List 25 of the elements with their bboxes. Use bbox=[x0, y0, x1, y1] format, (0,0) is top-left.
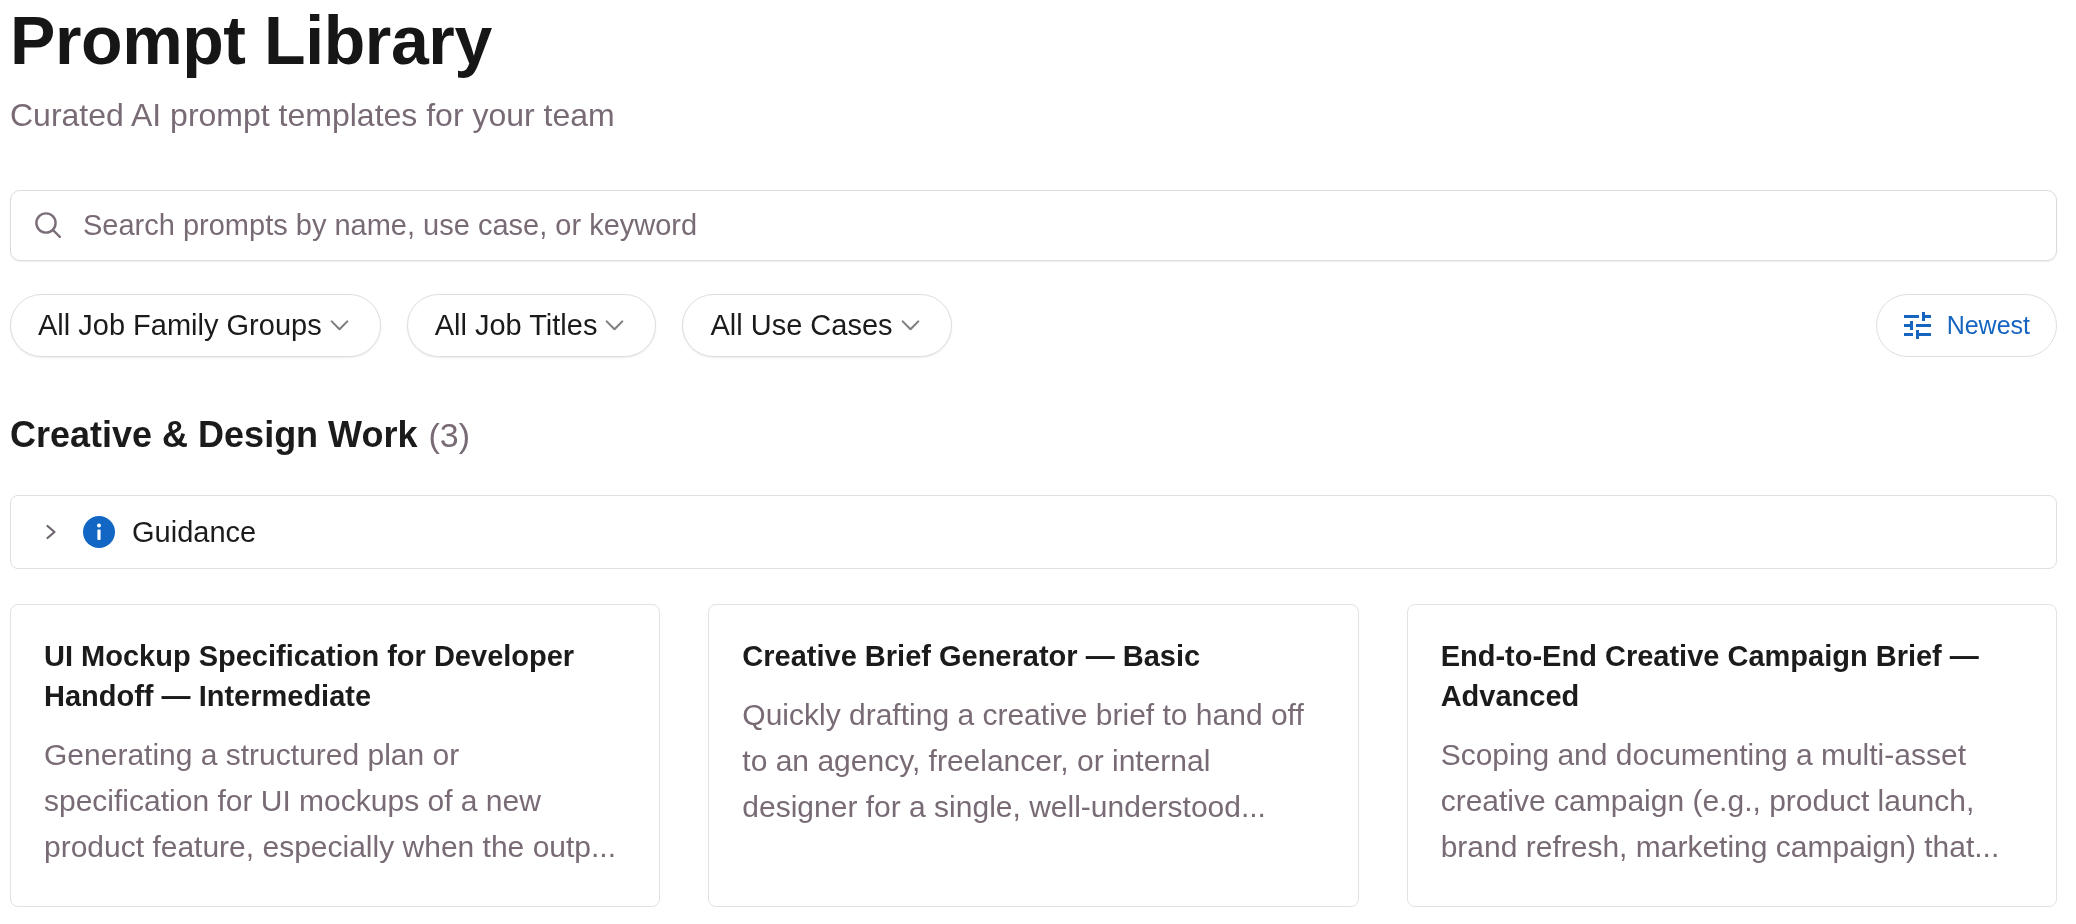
card-description: Generating a structured plan or specification for UI mockups of a new product feature, especially when the outp... bbox=[44, 737, 618, 865]
chevron-down-icon bbox=[329, 320, 349, 331]
chevron-down-icon bbox=[900, 320, 920, 331]
sliders-icon bbox=[1903, 312, 1931, 339]
chevron-down-icon bbox=[605, 320, 625, 331]
card-description: Quickly drafting a creative brief to hand off to an agency, freelancer, or internal designer for a single, well-understood... bbox=[742, 697, 1305, 825]
prompt-card[interactable]: End-to-End Creative Campaign Brief — Advanced Scoping and documenting a multi-asset creative campaign (e.g., product launch, brand refresh, marketing campaign) that... bbox=[1406, 604, 2057, 907]
sort-button[interactable]: Newest bbox=[1875, 294, 2057, 357]
guidance-panel[interactable]: Guidance bbox=[10, 495, 2057, 569]
filter-dropdown[interactable]: All Job Titles bbox=[406, 294, 657, 357]
info-icon bbox=[83, 516, 115, 548]
filter-dropdown[interactable]: All Use Cases bbox=[682, 294, 952, 357]
card-title: UI Mockup Specification for Developer Handoff — Intermediate bbox=[44, 639, 576, 714]
filter-dropdown[interactable]: All Job Family Groups bbox=[10, 294, 381, 357]
page-subtitle: Curated AI prompt templates for your team bbox=[10, 96, 615, 135]
section-title: Creative & Design Work bbox=[10, 413, 418, 457]
item-count: (3) bbox=[428, 415, 471, 456]
search-field[interactable]: Search prompts by name, use case, or keyword bbox=[10, 190, 2057, 261]
prompt-card[interactable]: Creative Brief Generator — Basic Quickly drafting a creative brief to hand off to an agency, freelancer, or internal designer for a single, well-understood... bbox=[708, 604, 1359, 907]
prompt-card[interactable]: UI Mockup Specification for Developer Handoff — Intermediate Generating a structured plan or specification for UI mockups of a new product feature, especially when the outp... bbox=[10, 604, 661, 907]
card-title: Creative Brief Generator — Basic bbox=[742, 639, 1202, 674]
search-icon bbox=[35, 212, 61, 238]
card-title: End-to-End Creative Campaign Brief — Advanced bbox=[1440, 639, 1980, 714]
guidance-label: Guidance bbox=[132, 515, 257, 549]
card-description: Scoping and documenting a multi-asset creative campaign (e.g., product launch, brand refresh, marketing campaign) that... bbox=[1440, 737, 2001, 865]
